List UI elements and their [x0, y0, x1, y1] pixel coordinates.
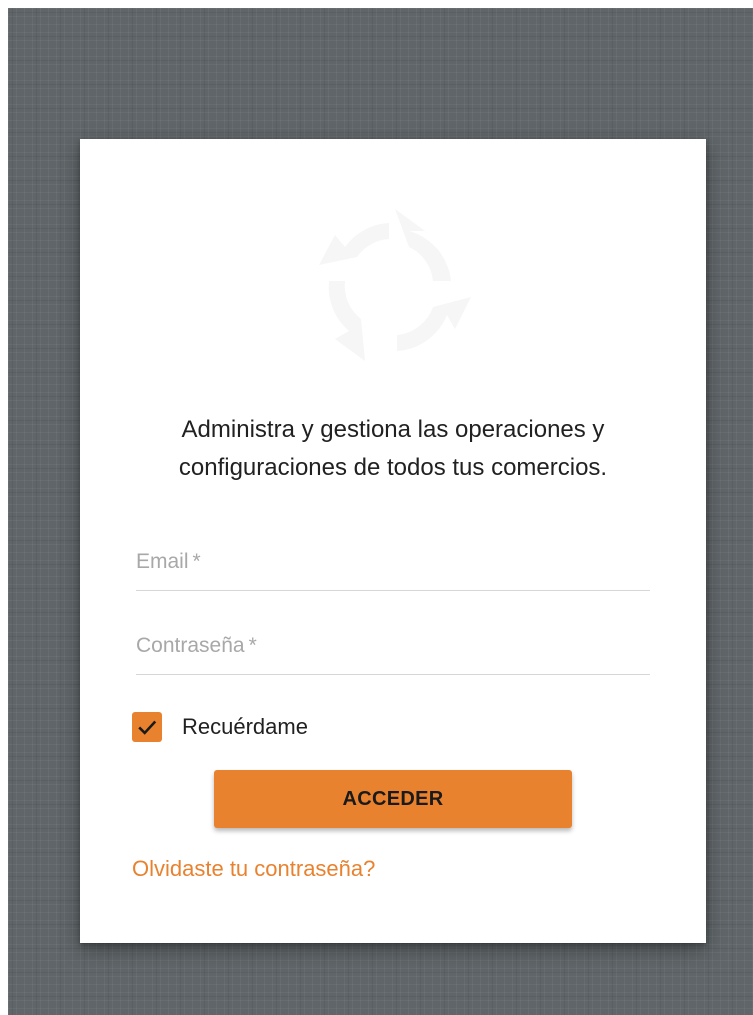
- forgot-password-link[interactable]: Olvidaste tu contraseña?: [132, 856, 375, 882]
- page-background: Administra y gestiona las operaciones y …: [8, 8, 753, 1015]
- remember-me[interactable]: Recuérdame: [132, 709, 308, 745]
- login-button[interactable]: ACCEDER: [214, 770, 572, 828]
- email-field[interactable]: Email *: [136, 536, 650, 591]
- remember-me-label: Recuérdame: [182, 714, 308, 739]
- tagline: Administra y gestiona las operaciones y …: [178, 416, 608, 481]
- password-placeholder: Contraseña *: [136, 634, 257, 657]
- circular-arrows-logo-icon: [319, 209, 471, 361]
- checkmark-icon: [138, 720, 157, 735]
- remember-me-checkbox[interactable]: [132, 712, 162, 742]
- login-card: Administra y gestiona las operaciones y …: [80, 139, 706, 943]
- email-placeholder: Email *: [136, 550, 201, 573]
- password-field[interactable]: Contraseña *: [136, 620, 650, 675]
